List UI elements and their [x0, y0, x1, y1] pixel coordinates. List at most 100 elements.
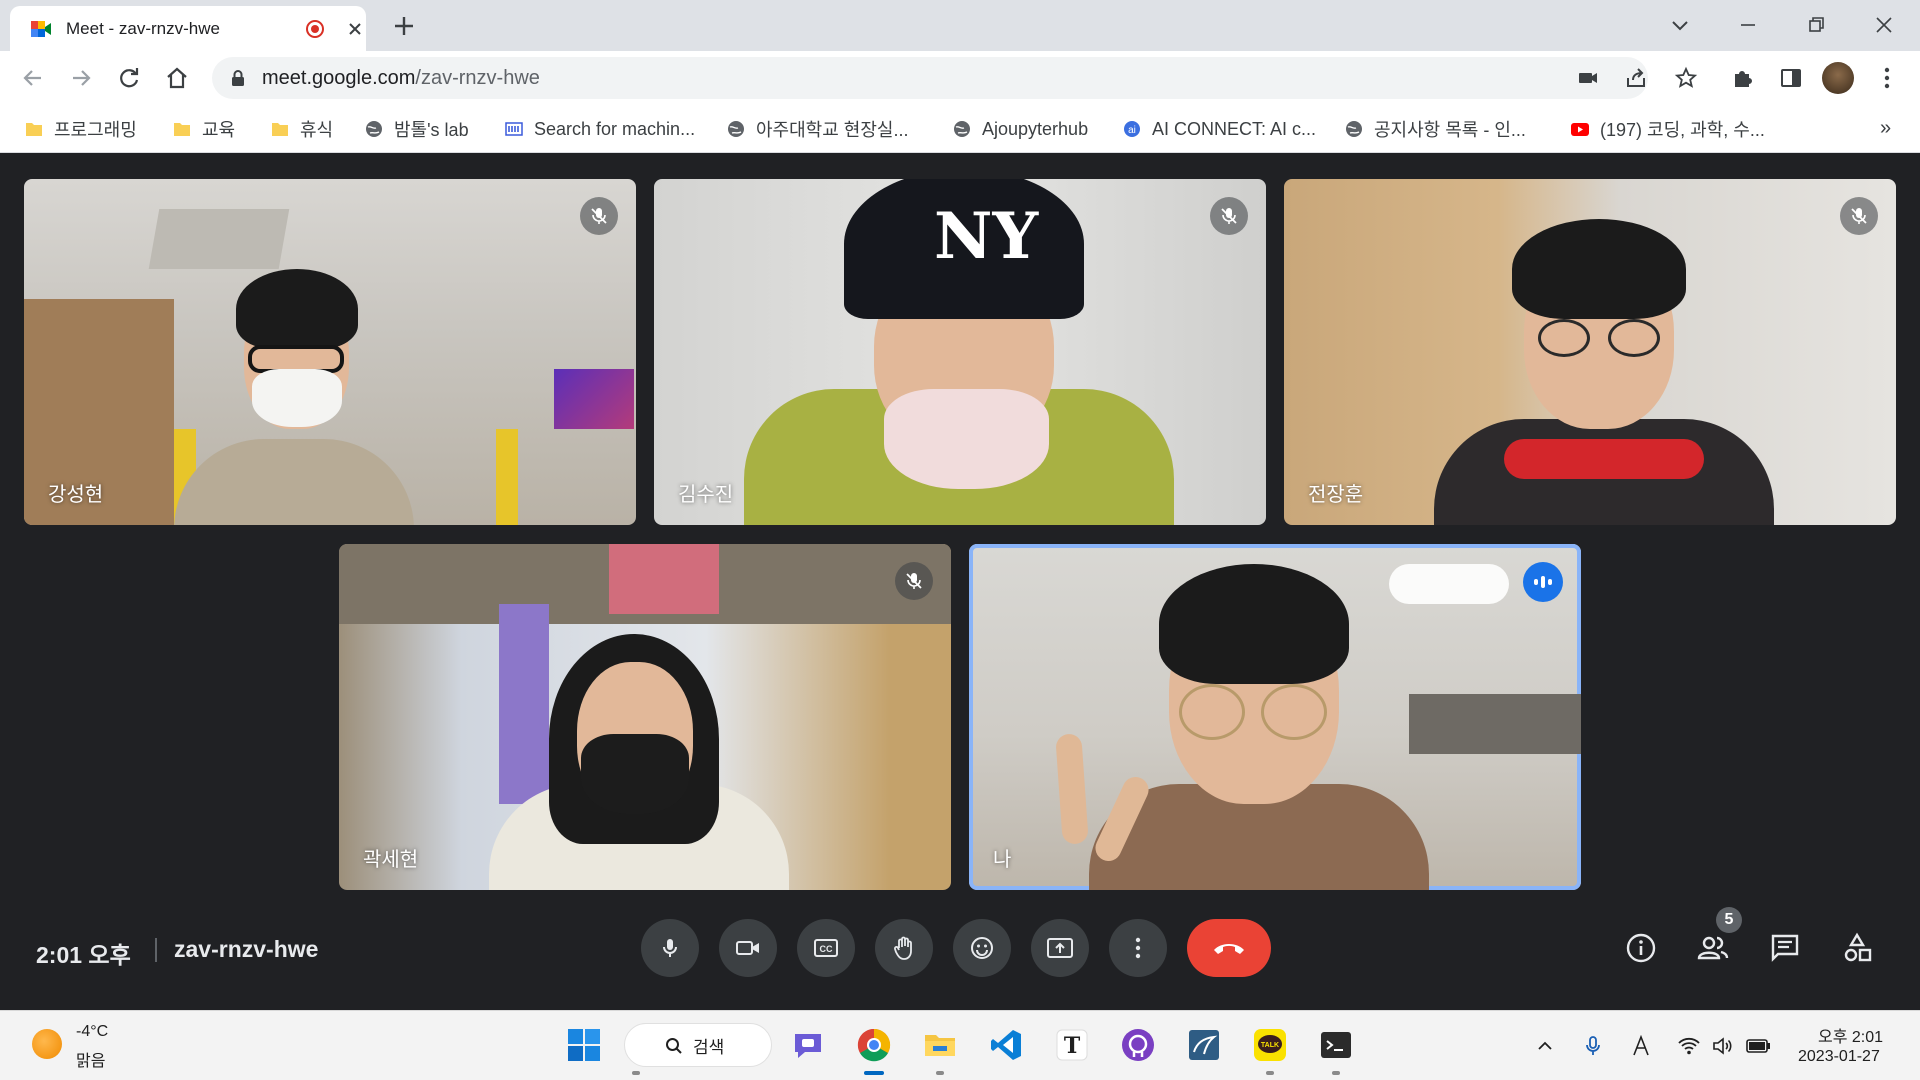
- site-icon: [505, 122, 523, 136]
- volume-button[interactable]: [1710, 1033, 1736, 1059]
- meeting-code: zav-rnzv-hwe: [174, 936, 319, 962]
- battery-charging-icon: [1746, 1039, 1770, 1053]
- chat-button[interactable]: [1766, 929, 1804, 967]
- kakaotalk-icon: TALK: [1254, 1029, 1286, 1061]
- tab-strip: Meet - zav-rnzv-hwe: [0, 0, 1920, 51]
- kakaotalk-app[interactable]: TALK: [1250, 1025, 1290, 1065]
- participant-tile[interactable]: 곽세현: [339, 544, 951, 890]
- participant-tile[interactable]: 강성현: [24, 179, 636, 525]
- camera-button[interactable]: [719, 919, 777, 977]
- captions-button[interactable]: CC: [797, 919, 855, 977]
- participants-button[interactable]: [1694, 929, 1732, 967]
- bookmark-folder-programming[interactable]: 프로그래밍: [24, 114, 137, 144]
- bookmark-search-for-machine[interactable]: Search for machin...: [504, 114, 695, 144]
- folder-icon: [174, 123, 190, 136]
- file-explorer-app[interactable]: [920, 1025, 960, 1065]
- search-icon: [666, 1038, 682, 1054]
- taskbar-clock-date[interactable]: 2023-01-27: [1798, 1048, 1880, 1066]
- mic-off-icon: [580, 197, 618, 235]
- participant-name: 전장훈: [1308, 484, 1364, 506]
- home-icon[interactable]: [164, 65, 190, 91]
- chrome-menu-icon[interactable]: [1874, 65, 1900, 91]
- vscode-app[interactable]: [986, 1025, 1026, 1065]
- bookmark-star-icon[interactable]: [1674, 66, 1698, 90]
- bookmark-folder-rest[interactable]: 휴식: [270, 114, 333, 144]
- back-icon[interactable]: [20, 65, 46, 91]
- side-panel-icon[interactable]: [1778, 65, 1804, 91]
- microphone-button[interactable]: [641, 919, 699, 977]
- battery-button[interactable]: [1746, 1033, 1772, 1059]
- mysql-workbench-app[interactable]: [1184, 1025, 1224, 1065]
- lock-icon[interactable]: [230, 69, 246, 87]
- mic-off-icon: [895, 562, 933, 600]
- minimize-icon[interactable]: [1733, 10, 1763, 40]
- start-button[interactable]: [564, 1025, 604, 1065]
- bookmark-youtube[interactable]: (197) 코딩, 과학, 수...: [1570, 114, 1765, 144]
- more-options-button[interactable]: [1109, 919, 1167, 977]
- activities-button[interactable]: [1838, 929, 1876, 967]
- meet-stage: 강성현 NY 김수진 전장훈 곽세현 나: [0, 153, 1920, 1010]
- leave-call-button[interactable]: [1187, 919, 1271, 977]
- close-tab-icon[interactable]: [344, 18, 366, 40]
- more-vert-icon: [1135, 937, 1141, 959]
- reactions-button[interactable]: [953, 919, 1011, 977]
- window-frame: [1409, 694, 1581, 754]
- bookmarks-bar: 프로그래밍 교육 휴식 밤톨's lab Search for machin..…: [0, 105, 1920, 153]
- divider: [155, 938, 157, 962]
- bookmarks-overflow-button[interactable]: »: [1880, 117, 1891, 140]
- participant-tile-self[interactable]: 나: [969, 544, 1581, 890]
- forward-icon[interactable]: [68, 65, 94, 91]
- chrome-app[interactable]: [854, 1025, 894, 1065]
- github-desktop-app[interactable]: [1118, 1025, 1158, 1065]
- new-tab-icon[interactable]: [390, 12, 418, 40]
- share-icon[interactable]: [1624, 66, 1648, 90]
- extensions-icon[interactable]: [1730, 65, 1756, 91]
- bookmark-ajoupyterhub[interactable]: Ajoupyterhub: [952, 114, 1088, 144]
- bookmark-ai-connect[interactable]: ai AI CONNECT: AI c...: [1122, 114, 1316, 144]
- running-indicator-active: [864, 1071, 884, 1075]
- camera-in-use-icon[interactable]: [1576, 66, 1600, 90]
- hang-up-icon: [1214, 944, 1244, 954]
- raise-hand-button[interactable]: [875, 919, 933, 977]
- weather-temperature[interactable]: -4°C: [76, 1023, 108, 1041]
- wall-painting: [554, 369, 634, 429]
- restore-icon[interactable]: [1801, 10, 1831, 40]
- microphone-tray-icon[interactable]: [1580, 1033, 1606, 1059]
- folder-icon: [925, 1035, 955, 1056]
- participant-tile[interactable]: NY 김수진: [654, 179, 1266, 525]
- bookmark-label: AI CONNECT: AI c...: [1152, 118, 1317, 139]
- network-button[interactable]: [1676, 1033, 1702, 1059]
- running-indicator: [936, 1071, 944, 1075]
- google-meet-icon: [31, 21, 51, 37]
- typora-app[interactable]: T: [1052, 1025, 1092, 1065]
- typora-icon: T: [1056, 1029, 1088, 1061]
- participant-tile[interactable]: 전장훈: [1284, 179, 1896, 525]
- bookmark-folder-education[interactable]: 교육: [172, 114, 235, 144]
- close-window-icon[interactable]: [1869, 10, 1899, 40]
- globe-icon: [1346, 121, 1362, 137]
- tab-search-chevron-icon[interactable]: [1665, 10, 1695, 40]
- bookmark-ajou-internship[interactable]: 아주대학교 현장실...: [726, 114, 908, 144]
- search-label: 검색: [693, 1037, 725, 1057]
- reload-icon[interactable]: [116, 65, 142, 91]
- database-icon: [1189, 1030, 1219, 1060]
- chrome-icon: [857, 1028, 891, 1062]
- address-bar[interactable]: meet.google.com/zav-rnzv-hwe: [212, 57, 1698, 99]
- profile-avatar[interactable]: [1822, 62, 1854, 94]
- browser-tab-meet[interactable]: Meet - zav-rnzv-hwe: [10, 6, 366, 51]
- present-screen-button[interactable]: [1031, 919, 1089, 977]
- meeting-details-button[interactable]: [1622, 929, 1660, 967]
- bookmark-bamtol-lab[interactable]: 밤톨's lab: [364, 114, 469, 144]
- bookmark-notice-list[interactable]: 공지사항 목록 - 인...: [1344, 114, 1526, 144]
- terminal-app[interactable]: [1316, 1025, 1356, 1065]
- microphone-icon: [663, 939, 677, 957]
- microphone-icon: [1586, 1036, 1600, 1055]
- weather-condition[interactable]: 맑음: [76, 1047, 105, 1071]
- taskbar-clock-time[interactable]: 오후 2:01: [1818, 1023, 1883, 1047]
- teams-chat-app[interactable]: [788, 1025, 828, 1065]
- bookmark-label: 밤톨's lab: [394, 120, 469, 140]
- input-method-indicator[interactable]: [1628, 1033, 1654, 1059]
- show-hidden-icons-button[interactable]: [1532, 1033, 1558, 1059]
- weather-sun-icon[interactable]: [32, 1029, 62, 1059]
- taskbar-search[interactable]: 검색: [624, 1023, 772, 1067]
